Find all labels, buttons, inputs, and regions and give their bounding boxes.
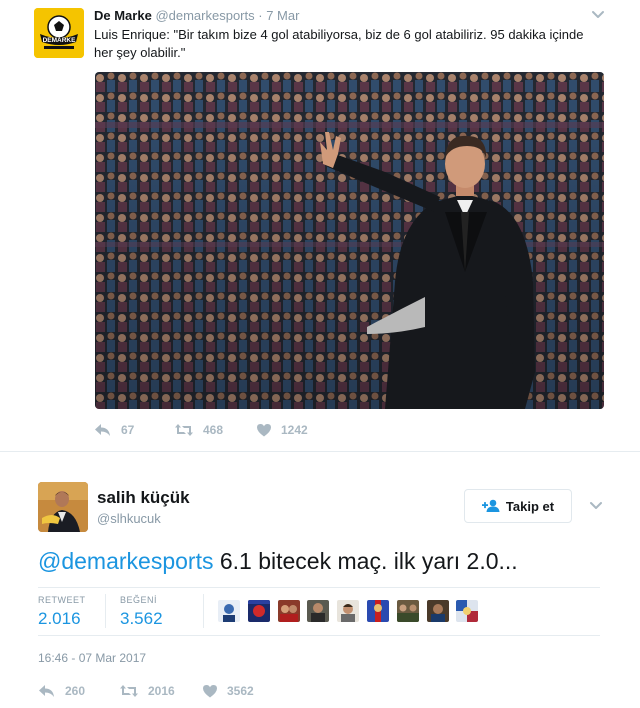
heart-icon xyxy=(257,424,271,437)
tweet-header: De Marke @demarkesports · 7 Mar xyxy=(94,8,299,24)
liker-avatar[interactable] xyxy=(247,600,270,622)
liker-avatar[interactable] xyxy=(337,600,360,622)
heart-icon xyxy=(203,685,217,698)
retweet-count: 468 xyxy=(203,423,224,437)
like-count: 1242 xyxy=(281,423,308,437)
reply-action[interactable]: 67 xyxy=(94,423,174,437)
account-handle[interactable]: @slhkucuk xyxy=(97,511,161,527)
stat-separator xyxy=(203,594,204,628)
stats-divider-bottom xyxy=(38,635,600,636)
add-user-icon xyxy=(481,499,500,512)
tweet-timestamp[interactable]: 16:46 - 07 Mar 2017 xyxy=(38,651,146,665)
liker-avatars xyxy=(218,600,486,622)
follow-label: Takip et xyxy=(505,498,555,514)
chevron-down-icon[interactable] xyxy=(588,499,604,513)
like-action[interactable]: 1242 xyxy=(256,423,308,437)
like-stat-label: BEĞENİ xyxy=(120,595,158,605)
like-stat[interactable]: BEĞENİ 3.562 xyxy=(120,595,163,629)
tweet-divider xyxy=(0,451,640,452)
retweet-count: 2016 xyxy=(148,684,175,698)
retweet-action[interactable]: 468 xyxy=(174,423,256,437)
stat-separator xyxy=(105,594,106,628)
liker-avatar[interactable] xyxy=(396,600,419,622)
like-count: 3562 xyxy=(227,684,254,698)
retweet-icon xyxy=(120,685,138,697)
retweet-icon xyxy=(175,424,193,436)
retweet-stat-value: 2.016 xyxy=(38,609,81,628)
salih-avatar[interactable] xyxy=(38,482,88,532)
tweet-demarke: DEMARKE De Marke @demarkesports · 7 Mar … xyxy=(0,0,640,452)
tweet-text: Luis Enrique: "Bir takım bize 4 gol atab… xyxy=(94,27,584,60)
liker-avatar[interactable] xyxy=(456,600,479,622)
account-handle[interactable]: @demarkesports xyxy=(155,8,254,23)
reply-count: 67 xyxy=(121,423,135,437)
demarke-avatar[interactable]: DEMARKE xyxy=(34,8,84,58)
avatar-logo-text: DEMARKE xyxy=(43,37,77,44)
retweet-action[interactable]: 2016 xyxy=(119,684,202,698)
tweet-body: 6.1 bitecek maç. ilk yarı 2.0... xyxy=(213,548,518,574)
tweet-actions: 67 468 1242 xyxy=(94,420,308,440)
like-stat-value: 3.562 xyxy=(120,609,163,628)
reply-action[interactable]: 260 xyxy=(38,684,119,698)
chevron-down-icon[interactable] xyxy=(590,8,606,22)
retweet-stat-label: RETWEET xyxy=(38,595,86,605)
like-action[interactable]: 3562 xyxy=(202,684,254,698)
tweet-actions: 260 2016 3562 xyxy=(38,681,254,701)
reply-icon xyxy=(39,685,54,697)
header-separator: · xyxy=(258,8,263,23)
liker-avatar[interactable] xyxy=(426,600,449,622)
liker-avatar[interactable] xyxy=(366,600,389,622)
retweet-stat[interactable]: RETWEET 2.016 xyxy=(38,595,86,629)
liker-avatar[interactable] xyxy=(307,600,330,622)
reply-icon xyxy=(95,424,110,436)
tweet-photo[interactable] xyxy=(95,72,604,409)
account-name[interactable]: salih küçük xyxy=(97,488,190,508)
account-name[interactable]: De Marke xyxy=(94,8,152,23)
tweet-text: @demarkesports 6.1 bitecek maç. ilk yarı… xyxy=(38,546,518,576)
reply-count: 260 xyxy=(65,684,86,698)
mention-link[interactable]: @demarkesports xyxy=(38,548,213,574)
liker-avatar[interactable] xyxy=(277,600,300,622)
stats-divider-top xyxy=(38,587,600,588)
tweet-date[interactable]: 7 Mar xyxy=(266,8,299,23)
follow-button[interactable]: Takip et xyxy=(464,489,572,523)
liker-avatar[interactable] xyxy=(218,600,240,622)
